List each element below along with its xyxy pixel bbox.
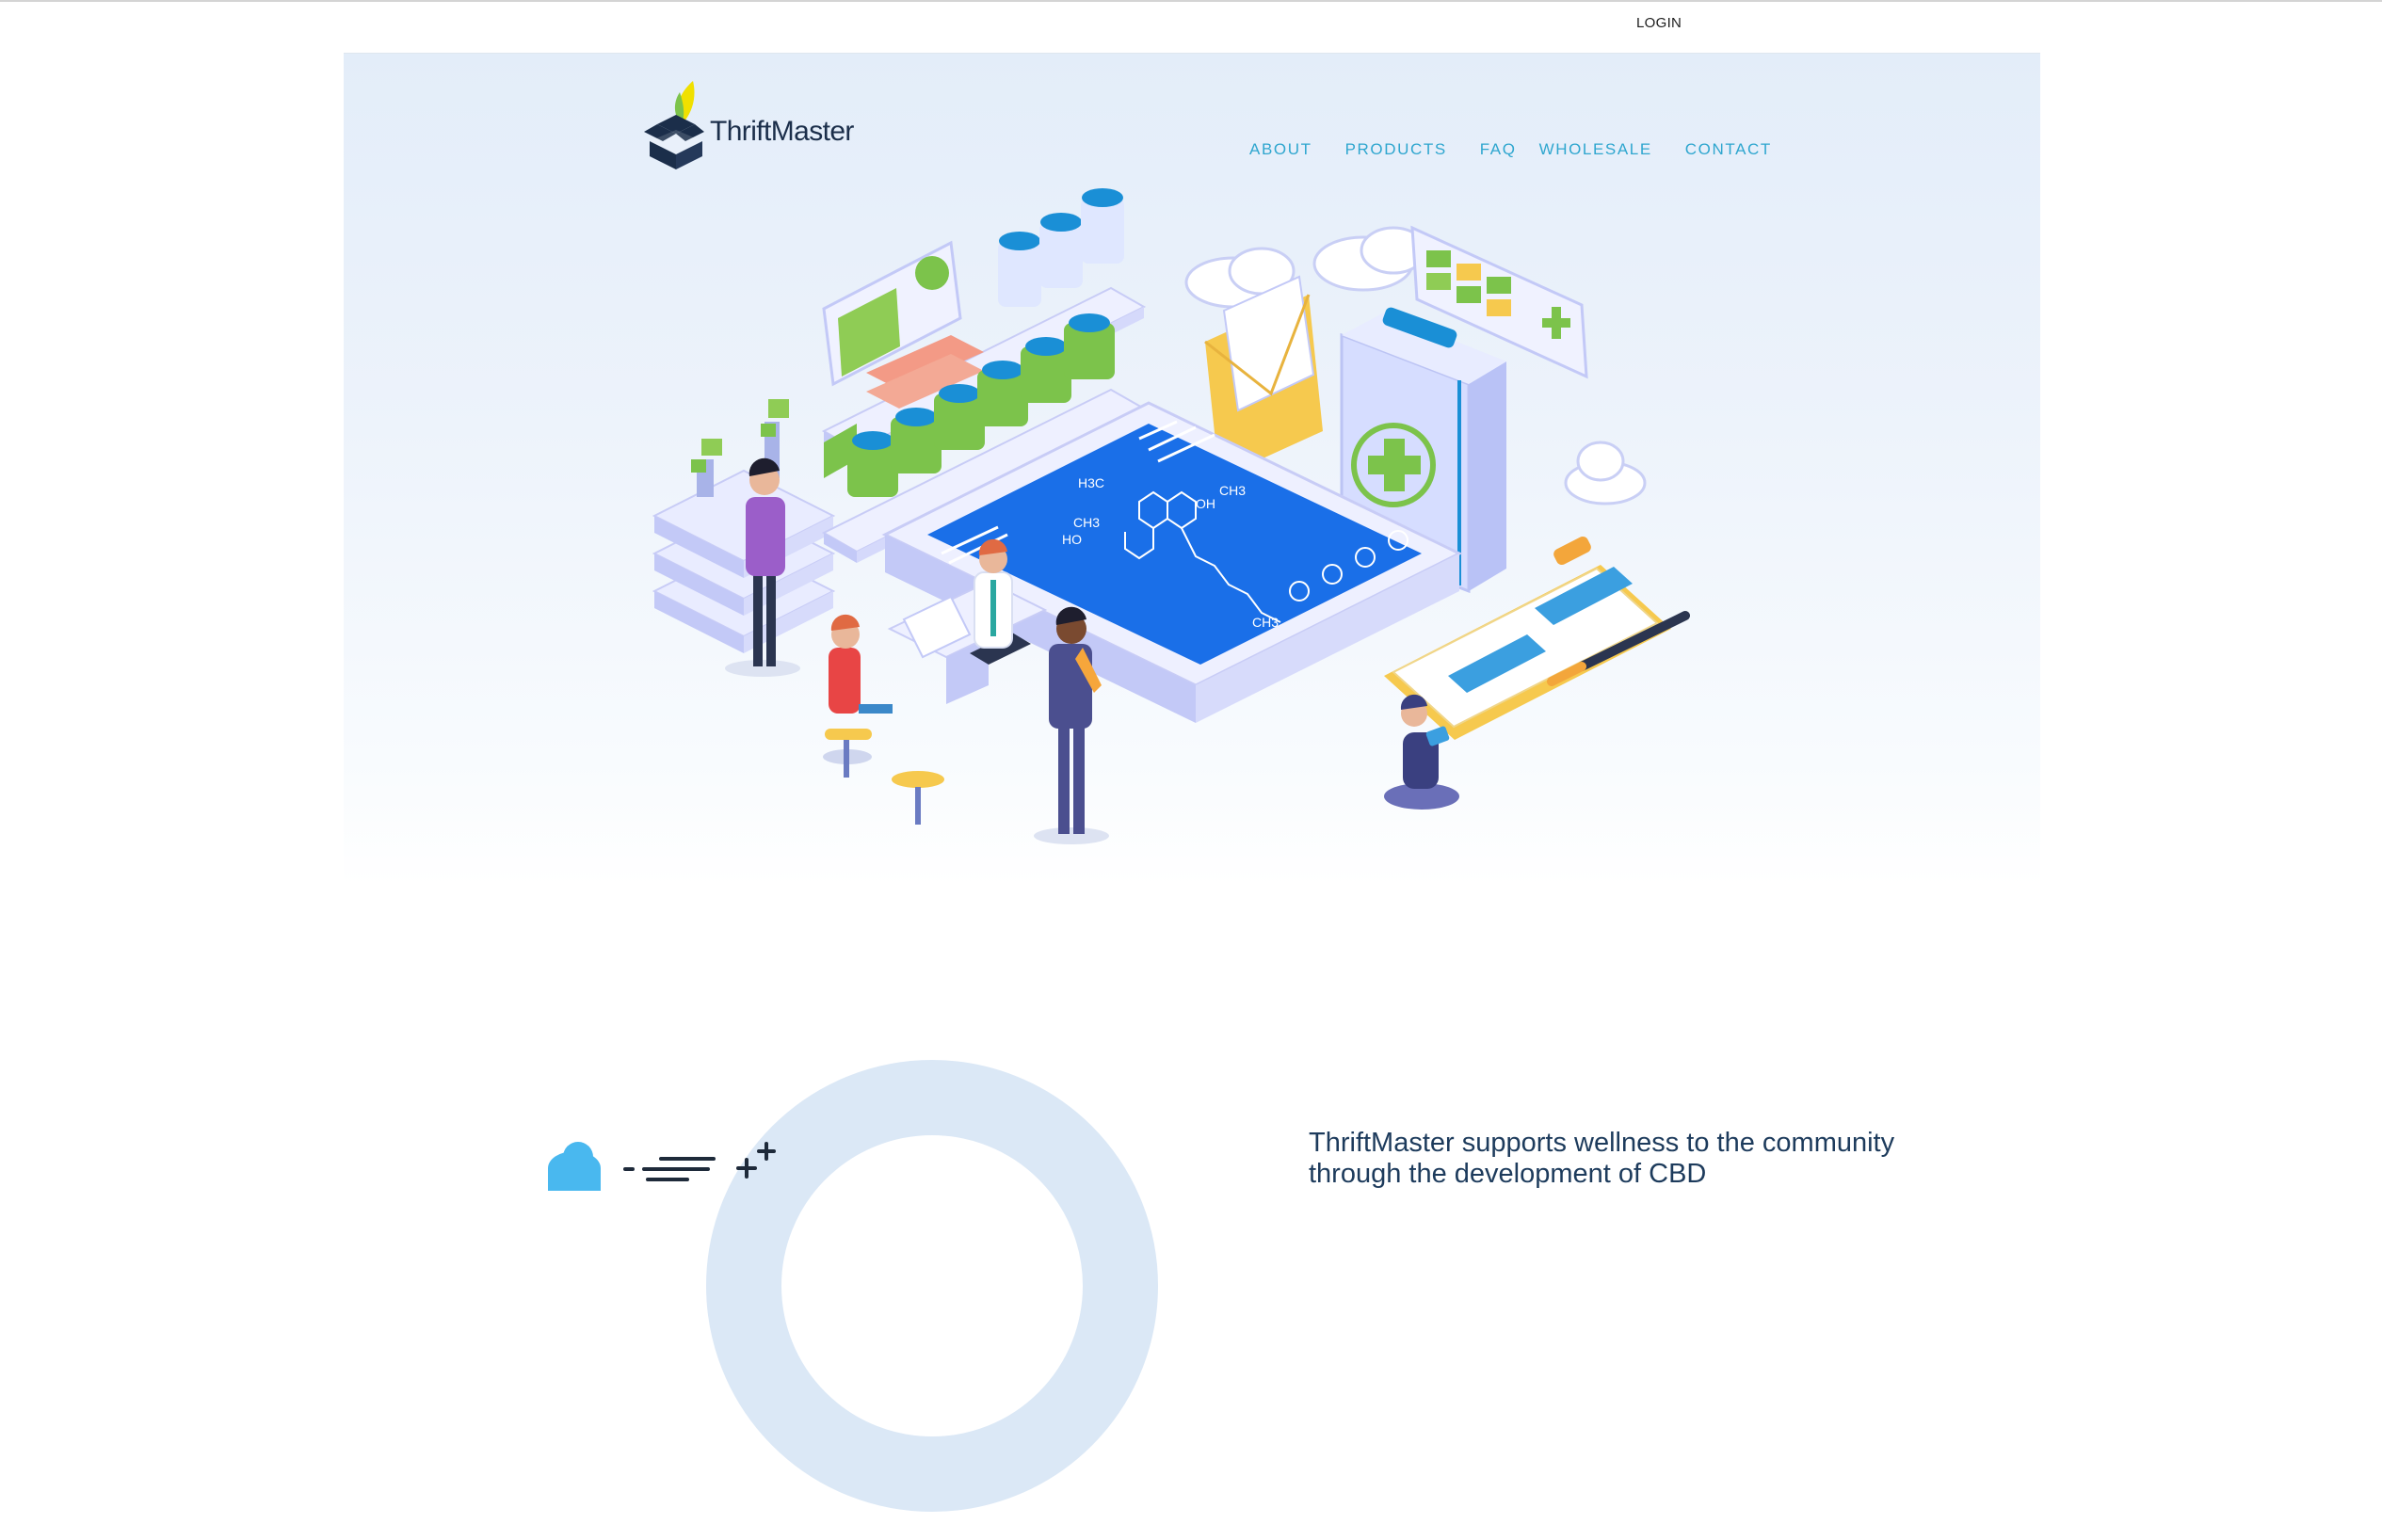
molecule-label: CH3: [1252, 615, 1279, 630]
molecule-label: H3C: [1078, 475, 1104, 490]
cloud-icon: [548, 1142, 601, 1191]
nav-products[interactable]: PRODUCTS: [1345, 140, 1447, 159]
cloud-middle: [1312, 226, 1427, 292]
speed-lines-icon: [623, 1157, 716, 1181]
nav-about[interactable]: ABOUT: [1249, 140, 1312, 159]
cloud-right: [1564, 441, 1647, 505]
brand-logo[interactable]: ThriftMaster: [640, 75, 885, 169]
main-nav: ABOUT PRODUCTS FAQ WHOLESALE CONTACT: [1249, 140, 1772, 159]
decorative-arc: [706, 1060, 1158, 1512]
plus-sparkle-icon: [736, 1142, 776, 1179]
reception-desk: [887, 580, 1048, 704]
feature-icons: [548, 1142, 776, 1191]
molecule-label: HO: [1062, 532, 1082, 547]
intro-text: ThriftMaster supports wellness to the co…: [1309, 1128, 1895, 1189]
nav-contact[interactable]: CONTACT: [1685, 140, 1772, 159]
nav-faq[interactable]: FAQ: [1480, 140, 1517, 159]
molecule-label: CH3: [1073, 515, 1100, 530]
box-with-leaf-icon: [644, 81, 704, 169]
isometric-pharmacy-lab-illustration: H3C CH3 OH HO CH3 CH3: [652, 188, 1690, 844]
nav-wholesale[interactable]: WHOLESALE: [1539, 140, 1652, 159]
molecule-label: CH3: [1219, 483, 1246, 498]
pharmacist: [974, 538, 1013, 649]
login-link[interactable]: LOGIN: [1636, 15, 1682, 31]
planter-stack: [652, 399, 836, 653]
molecule-label: OH: [1196, 496, 1215, 511]
top-border: [0, 0, 2382, 2]
brand-name: ThriftMaster: [710, 116, 854, 147]
